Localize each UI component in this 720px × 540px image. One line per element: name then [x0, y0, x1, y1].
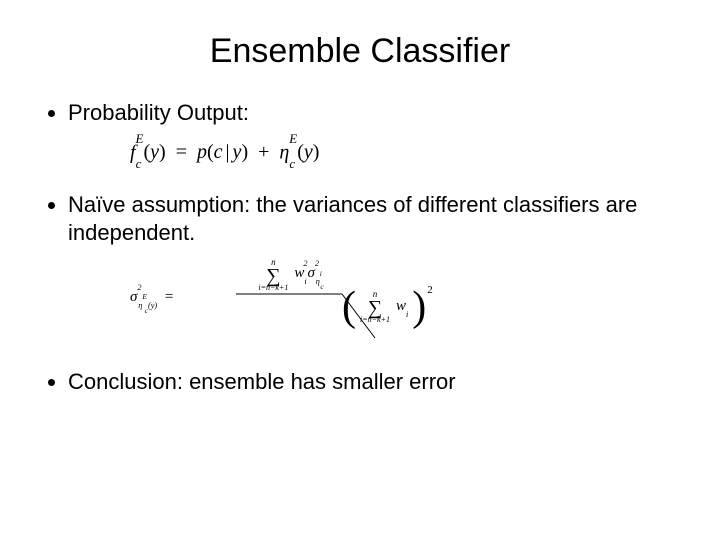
bullet-naive-assumption: Naïve assumption: the variances of diffe… — [68, 191, 680, 246]
bullet-list: Probability Output: — [40, 99, 680, 127]
bullet-conclusion: Conclusion: ensemble has smaller error — [68, 368, 680, 396]
slide-title: Ensemble Classifier — [40, 32, 680, 71]
bullet-list-2: Naïve assumption: the variances of diffe… — [40, 191, 680, 246]
equation-probability-output: fcE(y) = p(c|y) + ηcE(y) — [130, 139, 680, 168]
bullet-list-3: Conclusion: ensemble has smaller error — [40, 368, 680, 396]
equation-variance: σ2ηEc(y) = n ∑ i=n−k+1 wi2σ2ηic ( n ∑ i=… — [130, 258, 470, 348]
eq2-lhs: σ2ηEc(y) = — [130, 288, 177, 310]
bullet-probability-output: Probability Output: — [68, 99, 680, 127]
eq2-numerator: n ∑ i=n−k+1 wi2σ2ηic — [236, 258, 346, 292]
eq2-denominator: ( n ∑ i=n−k+1 wi )2 — [342, 290, 433, 324]
